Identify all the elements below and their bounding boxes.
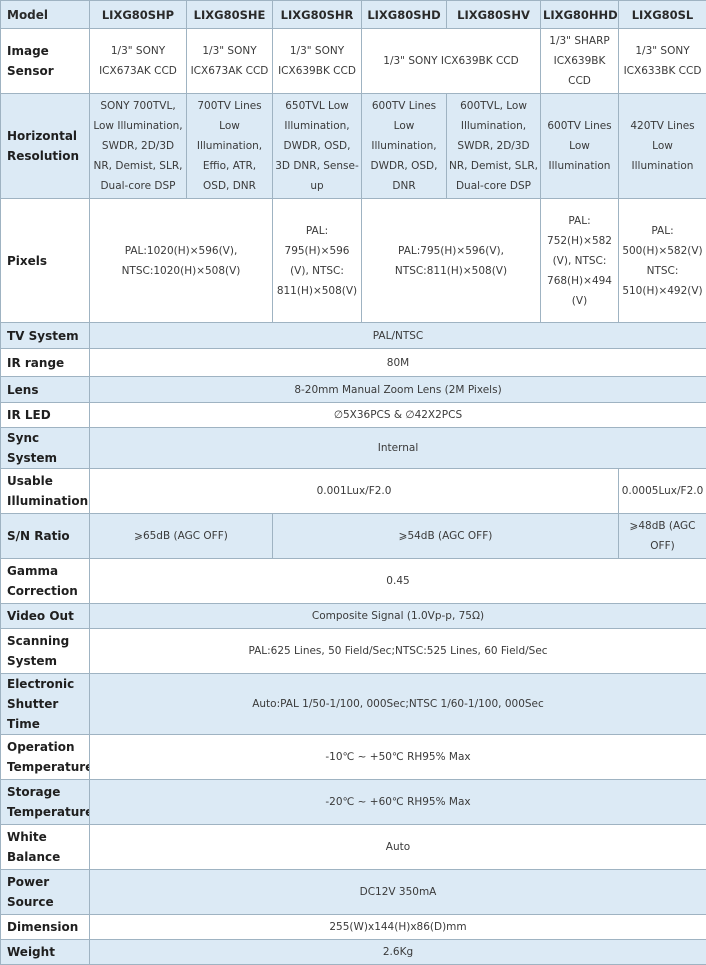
ir-range-label: IR range — [1, 349, 90, 377]
pixels-sl: PAL: 500(H)×582(V) NTSC: 510(H)×492(V) — [619, 199, 706, 323]
weight-value: 2.6Kg — [90, 940, 706, 965]
lens-label: Lens — [1, 377, 90, 403]
scanning-value: PAL:625 Lines, 50 Field/Sec;NTSC:525 Lin… — [90, 629, 706, 674]
lens-value: 8-20mm Manual Zoom Lens (2M Pixels) — [90, 377, 706, 403]
sn-ratio-row: S/N Ratio ⩾65dB (AGC OFF) ⩾54dB (AGC OFF… — [1, 514, 706, 559]
ir-led-row: IR LED ∅5X36PCS & ∅42X2PCS — [1, 403, 706, 428]
sn-ratio-shr-hhd: ⩾54dB (AGC OFF) — [273, 514, 619, 559]
tv-system-value: PAL/NTSC — [90, 323, 706, 349]
video-out-value: Composite Signal (1.0Vp-p, 75Ω) — [90, 604, 706, 629]
white-balance-label: White Balance — [1, 825, 90, 870]
operation-temp-value: -10℃ ~ +50℃ RH95% Max — [90, 735, 706, 780]
image-sensor-she: 1/3" SONY ICX673AK CCD — [187, 29, 273, 94]
model-sl: LIXG80SL — [619, 1, 706, 29]
video-out-label: Video Out — [1, 604, 90, 629]
resolution-hhd: 600TV Lines Low Illumination — [541, 94, 619, 199]
ir-range-row: IR range 80M — [1, 349, 706, 377]
sync-system-row: Sync System Internal — [1, 428, 706, 469]
usable-illumination-value: 0.001Lux/F2.0 — [90, 469, 619, 514]
usable-illumination-row: Usable Illumination 0.001Lux/F2.0 0.0005… — [1, 469, 706, 514]
scanning-label: Scanning System — [1, 629, 90, 674]
gamma-label: Gamma Correction — [1, 559, 90, 604]
pixels-shp-she: PAL:1020(H)×596(V), NTSC:1020(H)×508(V) — [90, 199, 273, 323]
image-sensor-shd-shv: 1/3" SONY ICX639BK CCD — [362, 29, 541, 94]
pixels-label: Pixels — [1, 199, 90, 323]
image-sensor-row: Image Sensor 1/3" SONY ICX673AK CCD 1/3"… — [1, 29, 706, 94]
white-balance-row: White Balance Auto — [1, 825, 706, 870]
power-row: Power Source DC12V 350mA — [1, 870, 706, 915]
shutter-value: Auto:PAL 1/50-1/100, 000Sec;NTSC 1/60-1/… — [90, 674, 706, 735]
resolution-she: 700TV Lines Low Illumination, Effio, ATR… — [187, 94, 273, 199]
resolution-shv: 600TVL, Low Illumination, SWDR, 2D/3D NR… — [447, 94, 541, 199]
white-balance-value: Auto — [90, 825, 706, 870]
storage-temp-row: Storage Temperature -20℃ ~ +60℃ RH95% Ma… — [1, 780, 706, 825]
weight-row: Weight 2.6Kg — [1, 940, 706, 965]
image-sensor-shp: 1/3" SONY ICX673AK CCD — [90, 29, 187, 94]
usable-illumination-label: Usable Illumination — [1, 469, 90, 514]
power-label: Power Source — [1, 870, 90, 915]
model-row: Model LIXG80SHP LIXG80SHE LIXG80SHR LIXG… — [1, 1, 706, 29]
image-sensor-sl: 1/3" SONY ICX633BK CCD — [619, 29, 706, 94]
pixels-row: Pixels PAL:1020(H)×596(V), NTSC:1020(H)×… — [1, 199, 706, 323]
resolution-shp: SONY 700TVL, Low Illumination, SWDR, 2D/… — [90, 94, 187, 199]
model-hhd: LIXG80HHD — [541, 1, 619, 29]
tv-system-row: TV System PAL/NTSC — [1, 323, 706, 349]
sn-ratio-sl: ⩾48dB (AGC OFF) — [619, 514, 706, 559]
operation-temp-label: Operation Temperature — [1, 735, 90, 780]
sync-system-value: Internal — [90, 428, 706, 469]
image-sensor-hhd: 1/3" SHARP ICX639BK CCD — [541, 29, 619, 94]
ir-led-value: ∅5X36PCS & ∅42X2PCS — [90, 403, 706, 428]
shutter-row: Electronic Shutter Time Auto:PAL 1/50-1/… — [1, 674, 706, 735]
sync-system-label: Sync System — [1, 428, 90, 469]
usable-illumination-sl: 0.0005Lux/F2.0 — [619, 469, 706, 514]
horizontal-resolution-label: Horizontal Resolution — [1, 94, 90, 199]
model-shp: LIXG80SHP — [90, 1, 187, 29]
pixels-shr: PAL: 795(H)×596 (V), NTSC: 811(H)×508(V) — [273, 199, 362, 323]
ir-range-value: 80M — [90, 349, 706, 377]
horizontal-resolution-row: Horizontal Resolution SONY 700TVL, Low I… — [1, 94, 706, 199]
power-value: DC12V 350mA — [90, 870, 706, 915]
tv-system-label: TV System — [1, 323, 90, 349]
image-sensor-label: Image Sensor — [1, 29, 90, 94]
gamma-value: 0.45 — [90, 559, 706, 604]
dimension-label: Dimension — [1, 915, 90, 940]
video-out-row: Video Out Composite Signal (1.0Vp-p, 75Ω… — [1, 604, 706, 629]
dimension-value: 255(W)x144(H)x86(D)mm — [90, 915, 706, 940]
pixels-shd-shv: PAL:795(H)×596(V), NTSC:811(H)×508(V) — [362, 199, 541, 323]
resolution-shd: 600TV Lines Low Illumination, DWDR, OSD,… — [362, 94, 447, 199]
storage-temp-label: Storage Temperature — [1, 780, 90, 825]
sn-ratio-shp-she: ⩾65dB (AGC OFF) — [90, 514, 273, 559]
image-sensor-shr: 1/3" SONY ICX639BK CCD — [273, 29, 362, 94]
pixels-hhd: PAL: 752(H)×582 (V), NTSC: 768(H)×494 (V… — [541, 199, 619, 323]
model-label: Model — [1, 1, 90, 29]
ir-led-label: IR LED — [1, 403, 90, 428]
operation-temp-row: Operation Temperature -10℃ ~ +50℃ RH95% … — [1, 735, 706, 780]
weight-label: Weight — [1, 940, 90, 965]
shutter-label: Electronic Shutter Time — [1, 674, 90, 735]
model-she: LIXG80SHE — [187, 1, 273, 29]
resolution-sl: 420TV Lines Low Illumination — [619, 94, 706, 199]
spec-table: Model LIXG80SHP LIXG80SHE LIXG80SHR LIXG… — [0, 0, 706, 965]
dimension-row: Dimension 255(W)x144(H)x86(D)mm — [1, 915, 706, 940]
model-shv: LIXG80SHV — [447, 1, 541, 29]
sn-ratio-label: S/N Ratio — [1, 514, 90, 559]
lens-row: Lens 8-20mm Manual Zoom Lens (2M Pixels) — [1, 377, 706, 403]
gamma-row: Gamma Correction 0.45 — [1, 559, 706, 604]
model-shr: LIXG80SHR — [273, 1, 362, 29]
scanning-row: Scanning System PAL:625 Lines, 50 Field/… — [1, 629, 706, 674]
resolution-shr: 650TVL Low Illumination, DWDR, OSD, 3D D… — [273, 94, 362, 199]
storage-temp-value: -20℃ ~ +60℃ RH95% Max — [90, 780, 706, 825]
model-shd: LIXG80SHD — [362, 1, 447, 29]
